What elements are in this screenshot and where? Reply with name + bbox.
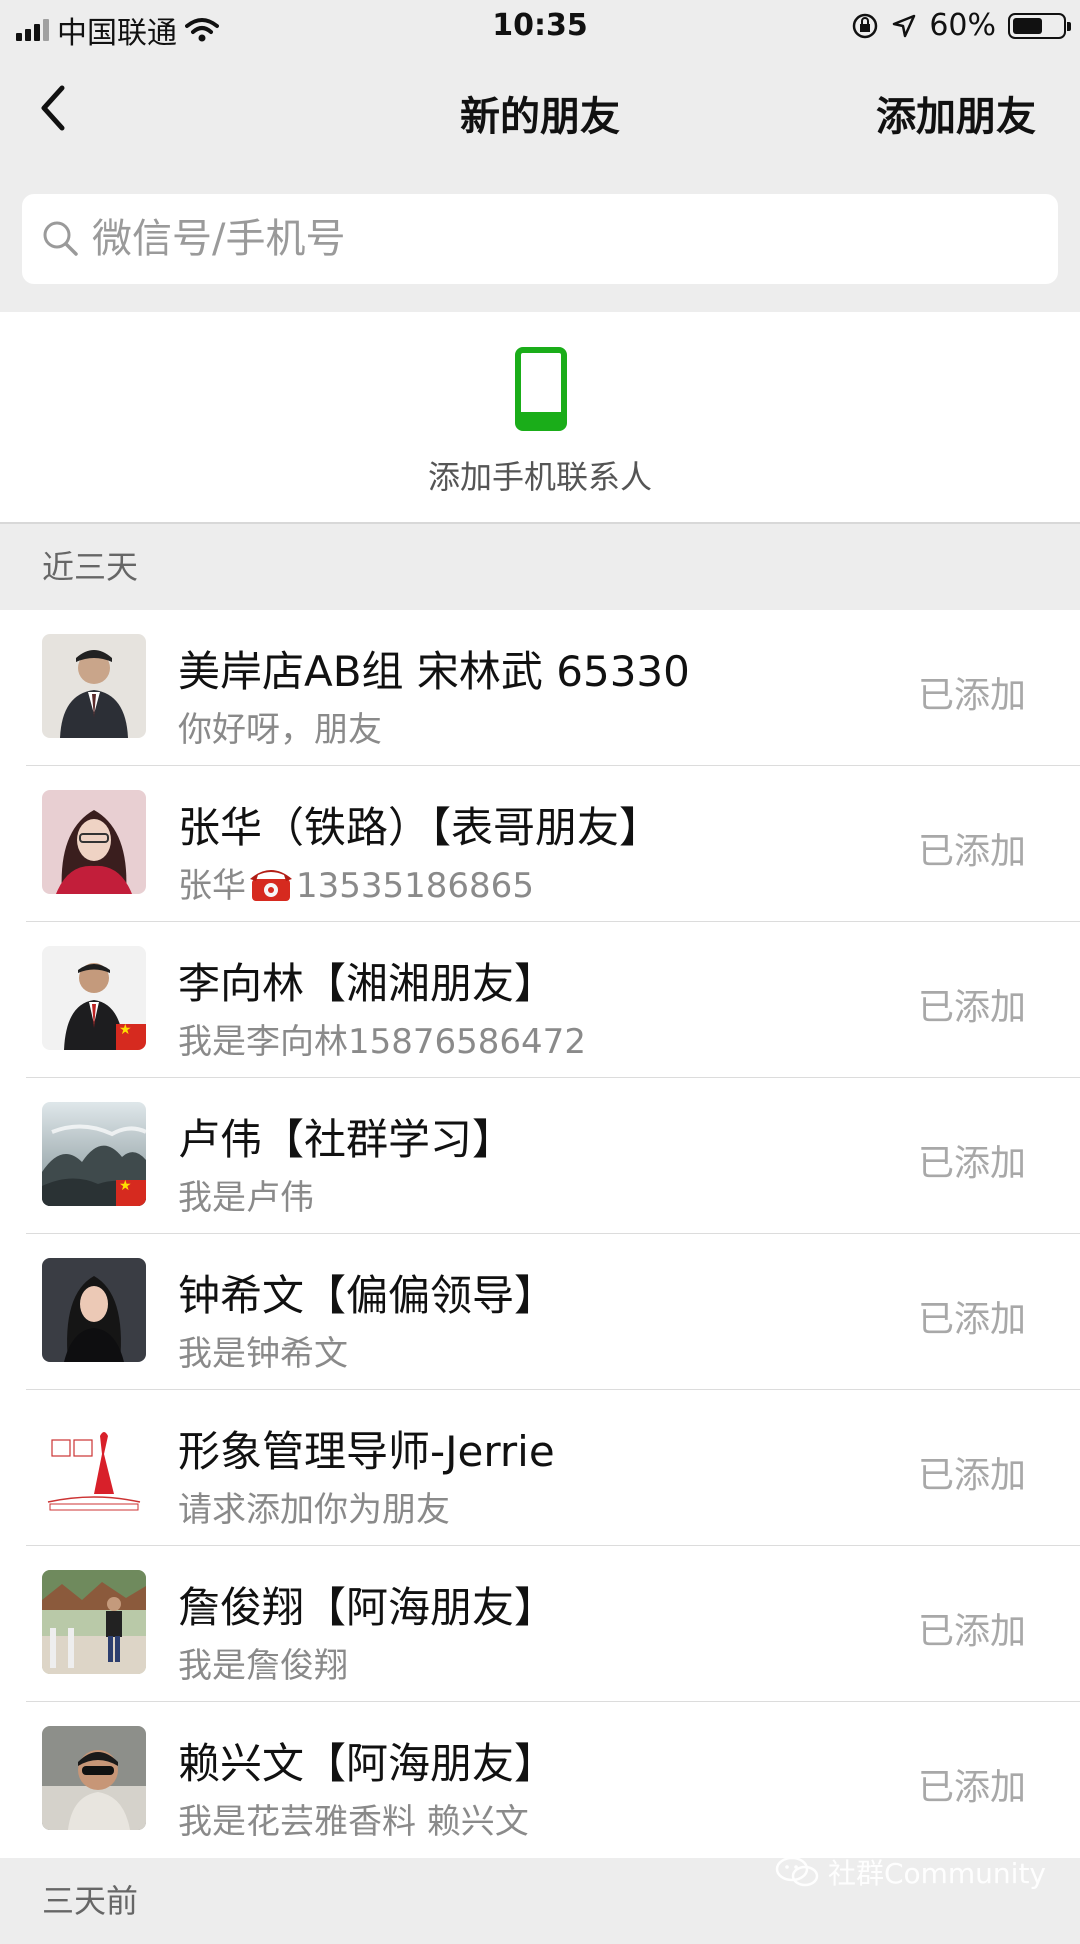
added-status: 已添加	[917, 1455, 1026, 1496]
avatar	[42, 1102, 146, 1206]
friend-message: 请求添加你为朋友	[178, 1490, 450, 1530]
battery-icon	[1008, 12, 1071, 39]
china-flag-icon	[116, 1022, 146, 1050]
friend-message: 我是李向林15876586472	[178, 1022, 586, 1062]
add-friend-button[interactable]: 添加朋友	[876, 84, 1036, 142]
orientation-lock-icon	[853, 13, 878, 38]
search-icon	[43, 221, 78, 256]
friend-name: 钟希文【偏偏领导】	[178, 1271, 557, 1320]
avatar	[42, 1258, 146, 1362]
friend-message-phone: 13535186865	[296, 866, 534, 906]
added-status: 已添加	[917, 987, 1026, 1028]
friend-request-row[interactable]: 卢伟【社群学习】 我是卢伟 已添加	[0, 1078, 1080, 1234]
add-phone-contacts-button[interactable]: 添加手机联系人	[0, 312, 1080, 524]
friend-request-row[interactable]: 美岸店AB组 宋林武 65330 你好呀，朋友 已添加	[0, 610, 1080, 766]
back-button[interactable]	[28, 78, 88, 138]
added-status: 已添加	[917, 1767, 1026, 1808]
search-area	[0, 164, 1080, 312]
friend-request-row[interactable]: 张华（铁路）【表哥朋友】 张华 13535186865 已添加	[0, 766, 1080, 922]
wechat-icon	[775, 1856, 819, 1887]
friend-message: 我是卢伟	[178, 1178, 314, 1218]
nav-bar: 新的朋友 添加朋友	[0, 54, 1080, 164]
friend-message: 我是詹俊翔	[178, 1646, 348, 1686]
friend-message-prefix: 张华	[178, 866, 246, 906]
friend-name: 赖兴文【阿海朋友】	[178, 1739, 557, 1788]
chevron-left-icon	[41, 85, 65, 131]
friend-request-row[interactable]: 钟希文【偏偏领导】 我是钟希文 已添加	[0, 1234, 1080, 1390]
watermark-text: 社群Community	[827, 1857, 1046, 1890]
friend-name: 李向林【湘湘朋友】	[178, 959, 557, 1008]
avatar	[42, 1414, 146, 1518]
avatar	[42, 790, 146, 894]
brand-logo	[42, 1414, 146, 1518]
friend-name: 美岸店AB组 宋林武 65330	[178, 647, 690, 696]
friend-message: 张华 13535186865	[178, 858, 534, 907]
battery-percent: 60%	[929, 8, 996, 43]
friend-name: 形象管理导师-Jerrie	[178, 1427, 555, 1476]
friend-request-list: 美岸店AB组 宋林武 65330 你好呀，朋友 已添加 张华（铁路）【表哥朋友】…	[0, 610, 1080, 1858]
telephone-icon	[250, 870, 292, 901]
battery-level	[1013, 17, 1042, 34]
added-status: 已添加	[917, 675, 1026, 716]
added-status: 已添加	[917, 1299, 1026, 1340]
section-header-recent: 近三天	[0, 524, 1080, 610]
watermark: 社群Community	[774, 1852, 1046, 1892]
search-box[interactable]	[22, 194, 1058, 284]
added-status: 已添加	[917, 1143, 1026, 1184]
avatar	[42, 1570, 146, 1674]
friend-name: 詹俊翔【阿海朋友】	[178, 1583, 557, 1632]
friend-name: 张华（铁路）【表哥朋友】	[178, 803, 662, 852]
friend-message: 我是钟希文	[178, 1334, 348, 1374]
avatar	[42, 634, 146, 738]
friend-request-row[interactable]: 詹俊翔【阿海朋友】 我是詹俊翔 已添加	[0, 1546, 1080, 1702]
friend-request-row[interactable]: 形象管理导师-Jerrie 请求添加你为朋友 已添加	[0, 1390, 1080, 1546]
avatar	[42, 1726, 146, 1830]
status-bar: 中国联通 10:35 60%	[0, 0, 1080, 54]
added-status: 已添加	[917, 1611, 1026, 1652]
location-arrow-icon	[893, 14, 916, 37]
avatar	[42, 946, 146, 1050]
friend-message: 我是花芸雅香料 赖兴文	[178, 1802, 529, 1842]
smartphone-icon	[515, 347, 567, 431]
friend-request-row[interactable]: 赖兴文【阿海朋友】 我是花芸雅香料 赖兴文 已添加	[0, 1702, 1080, 1858]
search-input[interactable]	[90, 215, 994, 263]
status-right: 60%	[851, 8, 1071, 43]
friend-message: 你好呀，朋友	[178, 710, 382, 750]
friend-name: 卢伟【社群学习】	[178, 1115, 515, 1164]
added-status: 已添加	[917, 831, 1026, 872]
friend-request-row[interactable]: 李向林【湘湘朋友】 我是李向林15876586472 已添加	[0, 922, 1080, 1078]
add-phone-contacts-label: 添加手机联系人	[427, 458, 652, 496]
china-flag-icon	[116, 1178, 146, 1206]
